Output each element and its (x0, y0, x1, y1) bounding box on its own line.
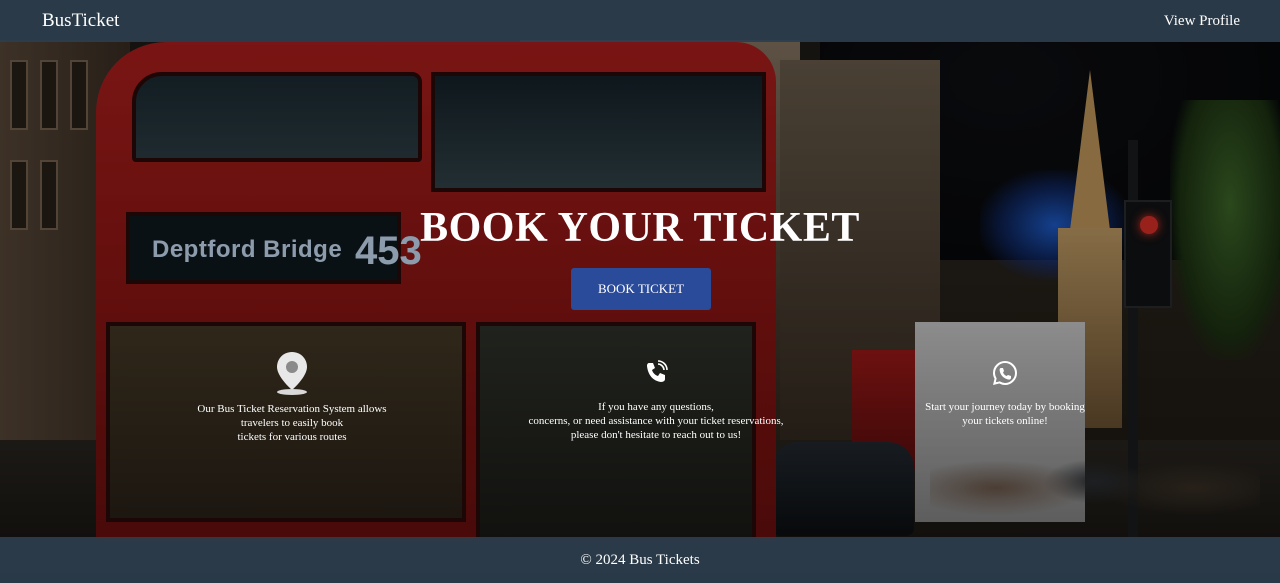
location-pin-icon (277, 352, 307, 395)
page: Deptford Bridge 453 BusTicket View Profi… (0, 0, 1280, 583)
book-ticket-button[interactable]: BOOK TICKET (571, 268, 711, 310)
phone-icon (647, 360, 668, 382)
navbar: BusTicket View Profile (0, 0, 1280, 42)
view-profile-link[interactable]: View Profile (1164, 13, 1240, 30)
feature-text: Our Bus Ticket Reservation System allows… (197, 403, 387, 443)
copyright-text: © 2024 Bus Tickets (580, 551, 700, 568)
feature-contact: If you have any questions, concerns, or … (510, 360, 802, 442)
feature-text: Start your journey today by booking your… (925, 401, 1085, 427)
whatsapp-icon (992, 360, 1018, 386)
hero-title: BOOK YOUR TICKET (420, 205, 860, 251)
feature-text: If you have any questions, concerns, or … (528, 401, 784, 441)
brand-logo[interactable]: BusTicket (42, 10, 119, 32)
feature-booking: Our Bus Ticket Reservation System allows… (180, 350, 404, 444)
footer: © 2024 Bus Tickets (0, 537, 1280, 583)
feature-online: Start your journey today by booking your… (908, 360, 1102, 428)
